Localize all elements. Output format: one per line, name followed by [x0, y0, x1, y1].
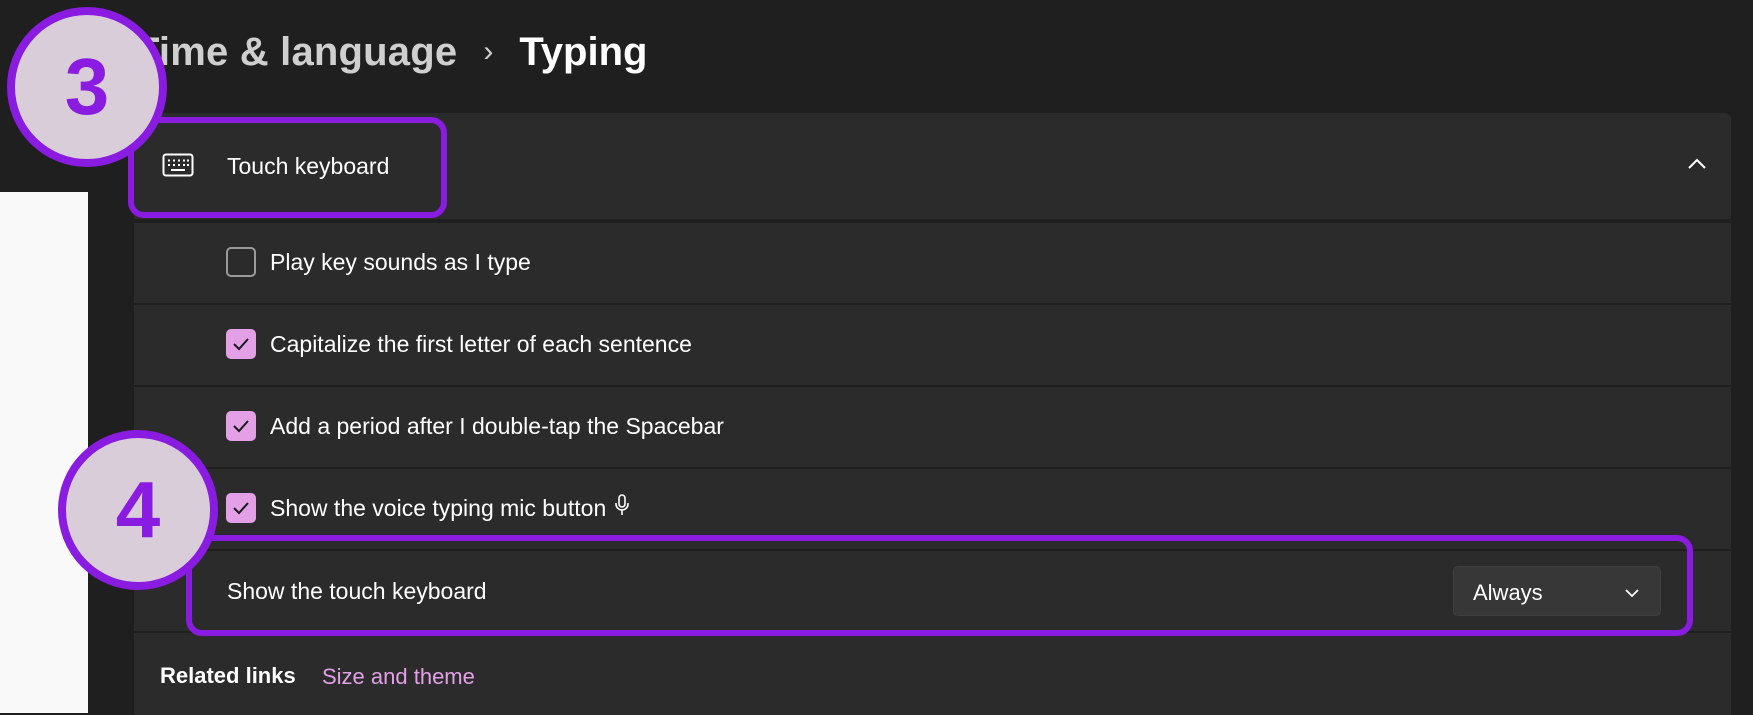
breadcrumb-parent[interactable]: Time & language	[135, 30, 457, 75]
step-4-highlight	[186, 535, 1693, 636]
page-title: Typing	[519, 29, 648, 74]
related-links-row: Related links Size and theme	[134, 631, 1731, 715]
option-row-capitalize: Capitalize the first letter of each sent…	[134, 303, 1731, 385]
step-4-badge: 4	[58, 430, 218, 590]
voice-mic-checkbox[interactable]	[226, 493, 256, 523]
chevron-up-icon[interactable]	[1687, 157, 1707, 175]
checkmark-icon	[233, 502, 249, 515]
voice-mic-label: Show the voice typing mic button	[270, 494, 607, 521]
double-tap-period-label[interactable]: Add a period after I double-tap the Spac…	[270, 413, 724, 440]
key-sounds-checkbox[interactable]	[226, 247, 256, 277]
breadcrumb: Time & language › Typing	[135, 22, 647, 82]
checkmark-icon	[233, 420, 249, 433]
double-tap-period-checkbox[interactable]	[226, 411, 256, 441]
option-row-double-tap-period: Add a period after I double-tap the Spac…	[134, 385, 1731, 467]
breadcrumb-separator: ›	[483, 35, 494, 68]
related-links-label: Related links	[160, 663, 296, 688]
step-3-badge: 3	[7, 7, 167, 167]
key-sounds-label[interactable]: Play key sounds as I type	[270, 249, 531, 276]
nav-pane-edge	[0, 192, 88, 713]
capitalize-checkbox[interactable]	[226, 329, 256, 359]
option-row-key-sounds: Play key sounds as I type	[134, 221, 1731, 303]
step-3-highlight	[128, 117, 447, 218]
size-and-theme-link[interactable]: Size and theme	[322, 664, 475, 690]
capitalize-label[interactable]: Capitalize the first letter of each sent…	[270, 331, 692, 358]
voice-mic-label-wrap[interactable]: Show the voice typing mic button	[270, 494, 630, 522]
checkmark-icon	[233, 338, 249, 351]
microphone-icon	[614, 494, 630, 522]
